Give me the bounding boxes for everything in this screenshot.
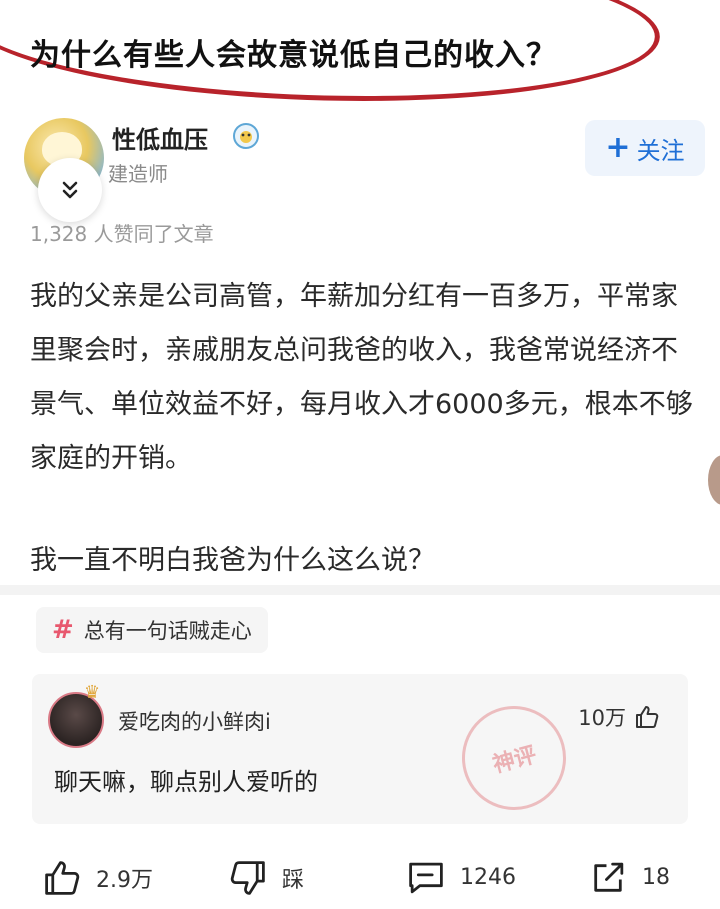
downvote-label: 踩 — [282, 867, 305, 893]
article-body: 我的父亲是公司高管，年薪加分红有一百多万，平常家里聚会时，亲戚朋友总问我爸的收入… — [30, 270, 700, 588]
question-header: 为什么有些人会故意说低自己的收入？ — [0, 0, 720, 115]
author-name[interactable]: 性低血压 — [112, 120, 208, 155]
section-divider — [0, 585, 720, 595]
follow-label: 关注 — [636, 136, 685, 165]
edge-handle — [708, 455, 720, 505]
question-title[interactable]: 为什么有些人会故意说低自己的收入？ — [30, 30, 557, 74]
article-paragraph: 我的父亲是公司高管，年薪加分红有一百多万，平常家里聚会时，亲戚朋友总问我爸的收入… — [30, 281, 693, 474]
upvote-count: 2.9万 — [96, 867, 153, 893]
chevron-down-double-icon — [62, 181, 78, 199]
comment-like-count: 10万 — [578, 706, 626, 730]
hot-comment-stamp-icon: 神评 — [450, 694, 578, 822]
hash-icon: # — [52, 615, 74, 645]
comment-icon — [409, 862, 443, 893]
plus-icon: + — [605, 130, 631, 165]
downvote-button[interactable]: 踩 — [228, 850, 304, 905]
thumbs-up-icon — [636, 706, 659, 728]
share-button[interactable]: 18 — [588, 850, 670, 905]
agree-count: 1,328 人赞同了文章 — [30, 222, 214, 246]
thumbs-down-icon — [230, 860, 265, 895]
comment-count: 1246 — [460, 865, 516, 890]
verified-badge-icon — [233, 123, 259, 149]
comment-text: 聊天嘛，聊点别人爱听的 — [54, 768, 318, 796]
follow-button[interactable]: + 关注 — [585, 120, 705, 176]
topic-label: 总有一句话贼走心 — [83, 619, 252, 643]
thumbs-up-icon — [45, 860, 80, 895]
comment-like-button[interactable]: 10万 — [578, 702, 660, 732]
topic-tag[interactable]: # 总有一句话贼走心 — [36, 607, 268, 653]
share-count: 18 — [642, 865, 670, 890]
action-bar: 2.9万 踩 1246 18 — [0, 850, 720, 905]
expand-button[interactable] — [38, 158, 102, 222]
article-paragraph: 我一直不明白我爸为什么这么说？ — [30, 545, 435, 576]
author-title: 建造师 — [108, 162, 168, 186]
upvote-button[interactable]: 2.9万 — [42, 850, 153, 905]
comment-button[interactable]: 1246 — [406, 850, 516, 905]
hot-comment-card[interactable]: ♛ 爱吃肉的小鲜肉i 神评 10万 聊天嘛，聊点别人爱听的 — [32, 674, 688, 824]
share-icon — [594, 862, 624, 892]
commenter-name[interactable]: 爱吃肉的小鲜肉i — [118, 706, 271, 736]
crown-icon: ♛ — [84, 682, 101, 703]
